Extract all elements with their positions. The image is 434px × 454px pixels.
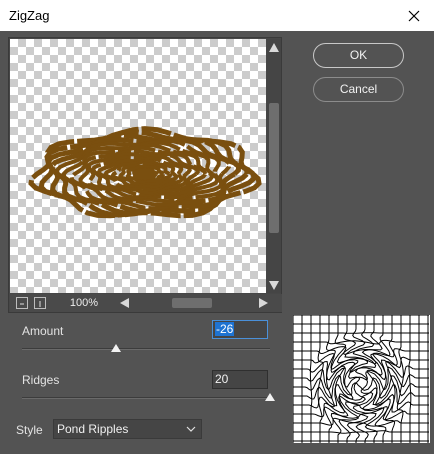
amount-slider-track[interactable] [22, 348, 270, 350]
zoom-level: 100% [69, 297, 99, 309]
grid-line-vertical [309, 315, 313, 443]
grid-line-horizontal [293, 332, 429, 334]
amount-slider-thumb[interactable] [111, 344, 122, 352]
close-icon [408, 10, 420, 21]
grid-line-horizontal [293, 406, 429, 421]
up-arrow-icon [269, 42, 279, 52]
scroll-down-button[interactable] [267, 278, 281, 292]
preview-panel: 100% [8, 37, 282, 313]
minus-icon [20, 303, 24, 305]
grid-line-horizontal [293, 417, 429, 427]
style-dropdown[interactable]: Pond Ripples [53, 419, 202, 439]
cancel-button[interactable]: Cancel [313, 77, 404, 102]
zoom-in-button[interactable] [34, 297, 46, 309]
amount-input[interactable]: -26 [212, 320, 268, 339]
right-arrow-icon[interactable] [258, 298, 268, 308]
grid-line-horizontal [293, 339, 429, 345]
preview-canvas[interactable] [10, 39, 266, 293]
window-title: ZigZag [9, 8, 50, 23]
amount-value: -26 [215, 322, 235, 336]
grid-line-vertical [408, 315, 412, 443]
distortion-grid [293, 315, 429, 443]
ripple-center [133, 168, 157, 180]
down-arrow-icon [269, 280, 279, 290]
scroll-up-button[interactable] [267, 40, 281, 54]
horizontal-scroll-thumb[interactable] [172, 298, 212, 308]
ridges-label: Ridges [22, 373, 60, 387]
horizontal-scrollbar[interactable] [120, 296, 268, 310]
grid-line-horizontal [293, 393, 429, 414]
ridges-slider-thumb[interactable] [265, 393, 275, 401]
ripple-preview-image [28, 126, 262, 219]
vertical-scroll-thumb[interactable] [269, 103, 279, 233]
style-selected-value: Pond Ripples [57, 422, 129, 436]
zoom-out-button[interactable] [16, 297, 28, 309]
amount-label: Amount [22, 324, 64, 338]
chevron-down-icon [186, 426, 196, 432]
preview-toolbar: 100% [10, 294, 282, 312]
distortion-grid-preview [293, 315, 430, 443]
grid-line-horizontal [293, 430, 429, 434]
close-button[interactable] [394, 0, 434, 31]
left-arrow-icon[interactable] [120, 298, 130, 308]
style-label: Style [16, 423, 43, 437]
plus-icon [39, 301, 41, 307]
title-bar: ZigZag [0, 0, 434, 31]
vertical-scrollbar[interactable] [267, 39, 281, 293]
ridges-slider-track[interactable] [22, 397, 270, 399]
ridges-input[interactable]: 20 [212, 370, 268, 389]
ok-button[interactable]: OK [313, 43, 404, 68]
